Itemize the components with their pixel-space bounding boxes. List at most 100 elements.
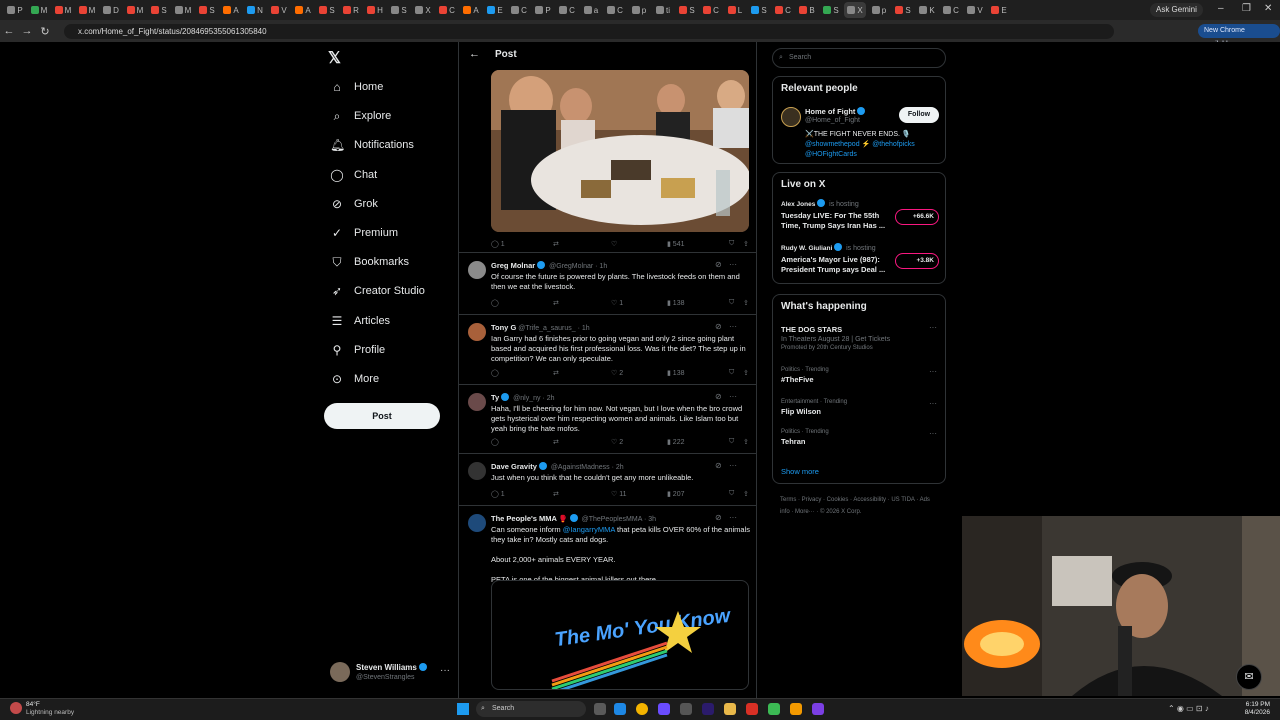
close-window-icon[interactable]: ✕ [1264, 3, 1272, 14]
reply-button[interactable]: ◯ [491, 299, 553, 307]
avatar[interactable] [468, 462, 486, 480]
more-options-icon[interactable]: ··· [929, 399, 937, 408]
like-icon[interactable]: ♡ [611, 240, 667, 248]
browser-tab[interactable]: p [868, 2, 890, 18]
bookmark-icon[interactable]: ⛉ [729, 438, 743, 446]
tweet-peoples-mma[interactable]: The People's MMA 🥊 @ThePeoplesMMA · 3h ⊘… [459, 505, 756, 698]
browser-tab[interactable]: M [52, 2, 74, 18]
nav-item-bookmarks[interactable]: ⛉ Bookmarks [330, 252, 409, 272]
browser-tab[interactable]: A [220, 2, 242, 18]
chrome-icon[interactable] [636, 703, 648, 715]
bio-link[interactable]: @thehofpicks [872, 141, 915, 148]
back-arrow-icon[interactable]: ← [469, 48, 480, 60]
follow-button[interactable]: Follow [899, 107, 939, 123]
app-icon[interactable] [746, 703, 758, 715]
author-name[interactable]: Dave Gravity [491, 462, 537, 471]
browser-tab[interactable]: P [4, 2, 26, 18]
reply-button[interactable]: ◯ [491, 369, 553, 377]
share-icon[interactable]: ⇪ [743, 299, 749, 307]
like-button[interactable]: ♡ 2 [611, 438, 667, 446]
ask-gemini-button[interactable]: Ask Gemini [1150, 3, 1203, 17]
browser-tab[interactable]: p [628, 2, 650, 18]
mention-link[interactable]: @IangarryMMA [563, 525, 615, 534]
bio-link[interactable]: @HOFightCards [805, 151, 857, 158]
minimize-icon[interactable]: – [1218, 3, 1224, 14]
copilot-icon[interactable] [658, 703, 670, 715]
app-icon[interactable] [790, 703, 802, 715]
author-name[interactable]: Greg Molnar [491, 261, 535, 270]
repost-icon[interactable]: ⇄ [553, 240, 611, 248]
more-options-icon[interactable]: ··· [729, 392, 737, 401]
reply-button[interactable]: ◯ [491, 438, 553, 446]
new-chrome-badge[interactable]: New Chrome available [1198, 24, 1280, 48]
browser-tab[interactable]: C [508, 2, 530, 18]
browser-tab[interactable]: E [484, 2, 506, 18]
avatar[interactable] [468, 261, 486, 279]
browser-tab[interactable]: A [292, 2, 314, 18]
avatar[interactable] [468, 393, 486, 411]
premiere-icon[interactable] [702, 703, 714, 715]
share-icon[interactable]: ⇪ [743, 369, 749, 377]
browser-tab[interactable]: C [700, 2, 722, 18]
repost-icon[interactable]: ⇄ [553, 299, 611, 307]
browser-tab[interactable]: C [604, 2, 626, 18]
more-options-icon[interactable]: ··· [729, 461, 737, 470]
browser-tab[interactable]: M [172, 2, 194, 18]
url-bar[interactable]: x.com/Home_of_Fight/status/2084695355061… [64, 24, 1114, 39]
person-name[interactable]: Home of Fight [805, 107, 867, 116]
browser-tab[interactable]: S [196, 2, 218, 18]
grok-icon[interactable]: ⊘ [715, 260, 722, 269]
browser-tab[interactable]: D [100, 2, 122, 18]
footer-links[interactable]: Terms · Privacy · Cookies · Accessibilit… [780, 494, 930, 518]
browser-tab[interactable]: S [388, 2, 410, 18]
taskbar-search[interactable]: ⌕ Search [476, 701, 586, 717]
app-icon[interactable] [768, 703, 780, 715]
back-icon[interactable]: ← [0, 25, 18, 37]
gif-media[interactable]: The Mo' You Know [491, 580, 749, 690]
repost-icon[interactable]: ⇄ [553, 438, 611, 446]
nav-item-chat[interactable]: ◯ Chat [330, 165, 377, 185]
repost-icon[interactable]: ⇄ [553, 369, 611, 377]
share-icon[interactable]: ⇪ [743, 490, 749, 498]
chat-bubble-icon[interactable]: ✉ [1236, 664, 1262, 690]
more-options-icon[interactable]: ··· [929, 367, 937, 376]
browser-tab[interactable]: C [940, 2, 962, 18]
nav-item-articles[interactable]: ☰ Articles [330, 311, 390, 331]
grok-icon[interactable]: ⊘ [715, 392, 722, 401]
bio-link[interactable]: @showmethepod [805, 141, 860, 148]
nav-item-home[interactable]: ⌂ Home [330, 77, 383, 97]
browser-tab[interactable]: M [28, 2, 50, 18]
weather-widget[interactable]: 84°F Lightning nearby [26, 701, 74, 717]
reply-button[interactable]: ◯ 1 [491, 490, 553, 498]
like-button[interactable]: ♡ 1 [611, 299, 667, 307]
browser-tab[interactable]: E [988, 2, 1010, 18]
settings-icon[interactable] [680, 703, 692, 715]
more-options-icon[interactable]: ··· [729, 513, 737, 522]
app-icon[interactable] [812, 703, 824, 715]
trend-item[interactable]: Entertainment · Trending Flip Wilson ··· [781, 399, 939, 416]
browser-tab[interactable]: M [124, 2, 146, 18]
browser-tab[interactable]: K [916, 2, 938, 18]
nav-item-premium[interactable]: ✓ Premium [330, 223, 398, 243]
repost-icon[interactable]: ⇄ [553, 490, 611, 498]
browser-tab[interactable]: A [460, 2, 482, 18]
grok-icon[interactable]: ⊘ [715, 461, 722, 470]
browser-tab[interactable]: ti [652, 2, 674, 18]
nav-item-profile[interactable]: ⚲ Profile [330, 340, 386, 360]
browser-tab[interactable]: S [148, 2, 170, 18]
browser-tab[interactable]: V [964, 2, 986, 18]
browser-tab[interactable]: B [796, 2, 818, 18]
browser-tab[interactable]: L [724, 2, 746, 18]
views-button[interactable]: ▮ 138 [667, 369, 729, 377]
bookmark-icon[interactable]: ⛉ [729, 240, 743, 248]
maximize-icon[interactable]: ❐ [1242, 3, 1251, 14]
trend-item[interactable]: Politics · Trending #TheFive ··· [781, 367, 939, 384]
views-button[interactable]: ▮ 207 [667, 490, 729, 498]
tweet[interactable]: Greg Molnar @GregMolnar · 1h ⊘ ··· Of cours… [459, 252, 756, 314]
reload-icon[interactable]: ↻ [36, 25, 54, 38]
bookmark-icon[interactable]: ⛉ [729, 490, 743, 498]
browser-tab[interactable]: C [556, 2, 578, 18]
browser-tab[interactable]: C [436, 2, 458, 18]
live-item[interactable]: Alex Jones is hosting Tuesday LIVE: For T… [781, 199, 939, 235]
browser-tab[interactable]: H [364, 2, 386, 18]
